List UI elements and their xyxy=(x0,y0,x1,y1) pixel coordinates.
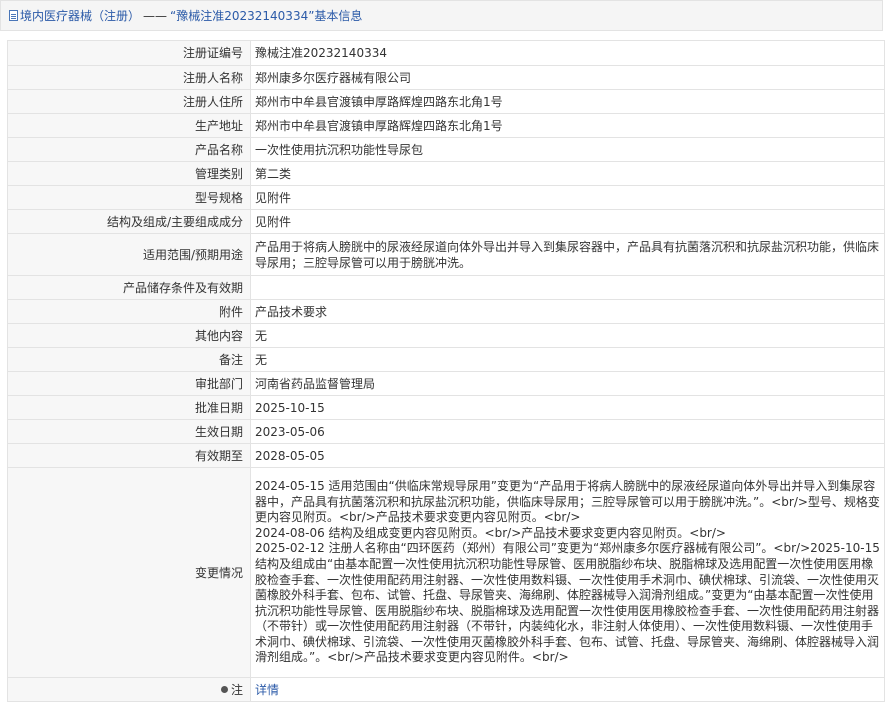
table-row: 产品名称 一次性使用抗沉积功能性导尿包 xyxy=(7,137,885,162)
row-value xyxy=(250,275,885,300)
breadcrumb-separator: —— xyxy=(143,8,168,23)
row-label: 管理类别 xyxy=(7,161,251,186)
row-label: 型号规格 xyxy=(7,185,251,210)
note-label: 注 xyxy=(230,682,243,697)
table-row: 管理类别 第二类 xyxy=(7,161,885,186)
row-label: 有效期至 xyxy=(7,443,251,468)
table-row: 其他内容 无 xyxy=(7,323,885,348)
row-label: 审批部门 xyxy=(7,371,251,396)
change-history: 2024-05-15 适用范围由“供临床常规导尿用”变更为“产品用于将病人膀胱中… xyxy=(250,467,885,678)
row-value: 2028-05-05 xyxy=(250,443,885,468)
row-label: 产品储存条件及有效期 xyxy=(7,275,251,300)
row-value: 2025-10-15 xyxy=(250,395,885,420)
table-row: 附件 产品技术要求 xyxy=(7,299,885,324)
row-value: 郑州康多尔医疗器械有限公司 xyxy=(250,65,885,90)
document-icon xyxy=(9,10,18,21)
row-label: 生产地址 xyxy=(7,113,251,138)
row-value: 产品用于将病人膀胱中的尿液经尿道向体外导出并导入到集尿容器中，产品具有抗菌落沉积… xyxy=(250,233,885,276)
row-label: 注册人住所 xyxy=(7,89,251,114)
table-row: 备注 无 xyxy=(7,347,885,372)
row-value: 产品技术要求 xyxy=(250,299,885,324)
table-row: 变更情况 2024-05-15 适用范围由“供临床常规导尿用”变更为“产品用于将… xyxy=(7,467,885,678)
row-label: 适用范围/预期用途 xyxy=(7,233,251,276)
row-value: 郑州市中牟县官渡镇申厚路辉煌四路东北角1号 xyxy=(250,89,885,114)
table-row: 有效期至 2028-05-05 xyxy=(7,443,885,468)
row-label: 注册证编号 xyxy=(7,40,251,66)
table-row: 型号规格 见附件 xyxy=(7,185,885,210)
row-value: 豫械注准20232140334 xyxy=(250,40,885,66)
page-title: “豫械注准20232140334”基本信息 xyxy=(170,9,363,23)
table-row: 注册人名称 郑州康多尔医疗器械有限公司 xyxy=(7,65,885,90)
row-value: 一次性使用抗沉积功能性导尿包 xyxy=(250,137,885,162)
row-label: 生效日期 xyxy=(7,419,251,444)
row-value: 河南省药品监督管理局 xyxy=(250,371,885,396)
row-label: 其他内容 xyxy=(7,323,251,348)
bulb-icon xyxy=(220,685,228,693)
details-link[interactable]: 详情 xyxy=(255,683,279,697)
row-label: 变更情况 xyxy=(7,467,251,678)
row-label: 产品名称 xyxy=(7,137,251,162)
table-row: 注 详情 xyxy=(7,677,885,702)
table-row: 生效日期 2023-05-06 xyxy=(7,419,885,444)
table-row: 批准日期 2025-10-15 xyxy=(7,395,885,420)
table-row: 适用范围/预期用途 产品用于将病人膀胱中的尿液经尿道向体外导出并导入到集尿容器中… xyxy=(7,233,885,276)
row-label: 批准日期 xyxy=(7,395,251,420)
row-label: 备注 xyxy=(7,347,251,372)
table-row: 结构及组成/主要组成成分 见附件 xyxy=(7,209,885,234)
table-row: 产品储存条件及有效期 xyxy=(7,275,885,300)
note-label-cell: 注 xyxy=(7,677,251,702)
info-table: 注册证编号 豫械注准20232140334 注册人名称 郑州康多尔医疗器械有限公… xyxy=(7,40,885,702)
row-value: 2023-05-06 xyxy=(250,419,885,444)
table-row: 注册证编号 豫械注准20232140334 xyxy=(7,40,885,66)
row-value: 无 xyxy=(250,323,885,348)
row-value: 见附件 xyxy=(250,185,885,210)
page-header: 境内医疗器械（注册） —— “豫械注准20232140334”基本信息 xyxy=(0,0,883,31)
row-value: 第二类 xyxy=(250,161,885,186)
row-label: 附件 xyxy=(7,299,251,324)
row-label: 注册人名称 xyxy=(7,65,251,90)
row-value: 郑州市中牟县官渡镇申厚路辉煌四路东北角1号 xyxy=(250,113,885,138)
table-row: 生产地址 郑州市中牟县官渡镇申厚路辉煌四路东北角1号 xyxy=(7,113,885,138)
row-value: 无 xyxy=(250,347,885,372)
table-row: 注册人住所 郑州市中牟县官渡镇申厚路辉煌四路东北角1号 xyxy=(7,89,885,114)
row-label: 结构及组成/主要组成成分 xyxy=(7,209,251,234)
note-value-cell: 详情 xyxy=(250,677,885,702)
row-value: 见附件 xyxy=(250,209,885,234)
breadcrumb-link[interactable]: 境内医疗器械（注册） xyxy=(20,7,140,24)
table-row: 审批部门 河南省药品监督管理局 xyxy=(7,371,885,396)
